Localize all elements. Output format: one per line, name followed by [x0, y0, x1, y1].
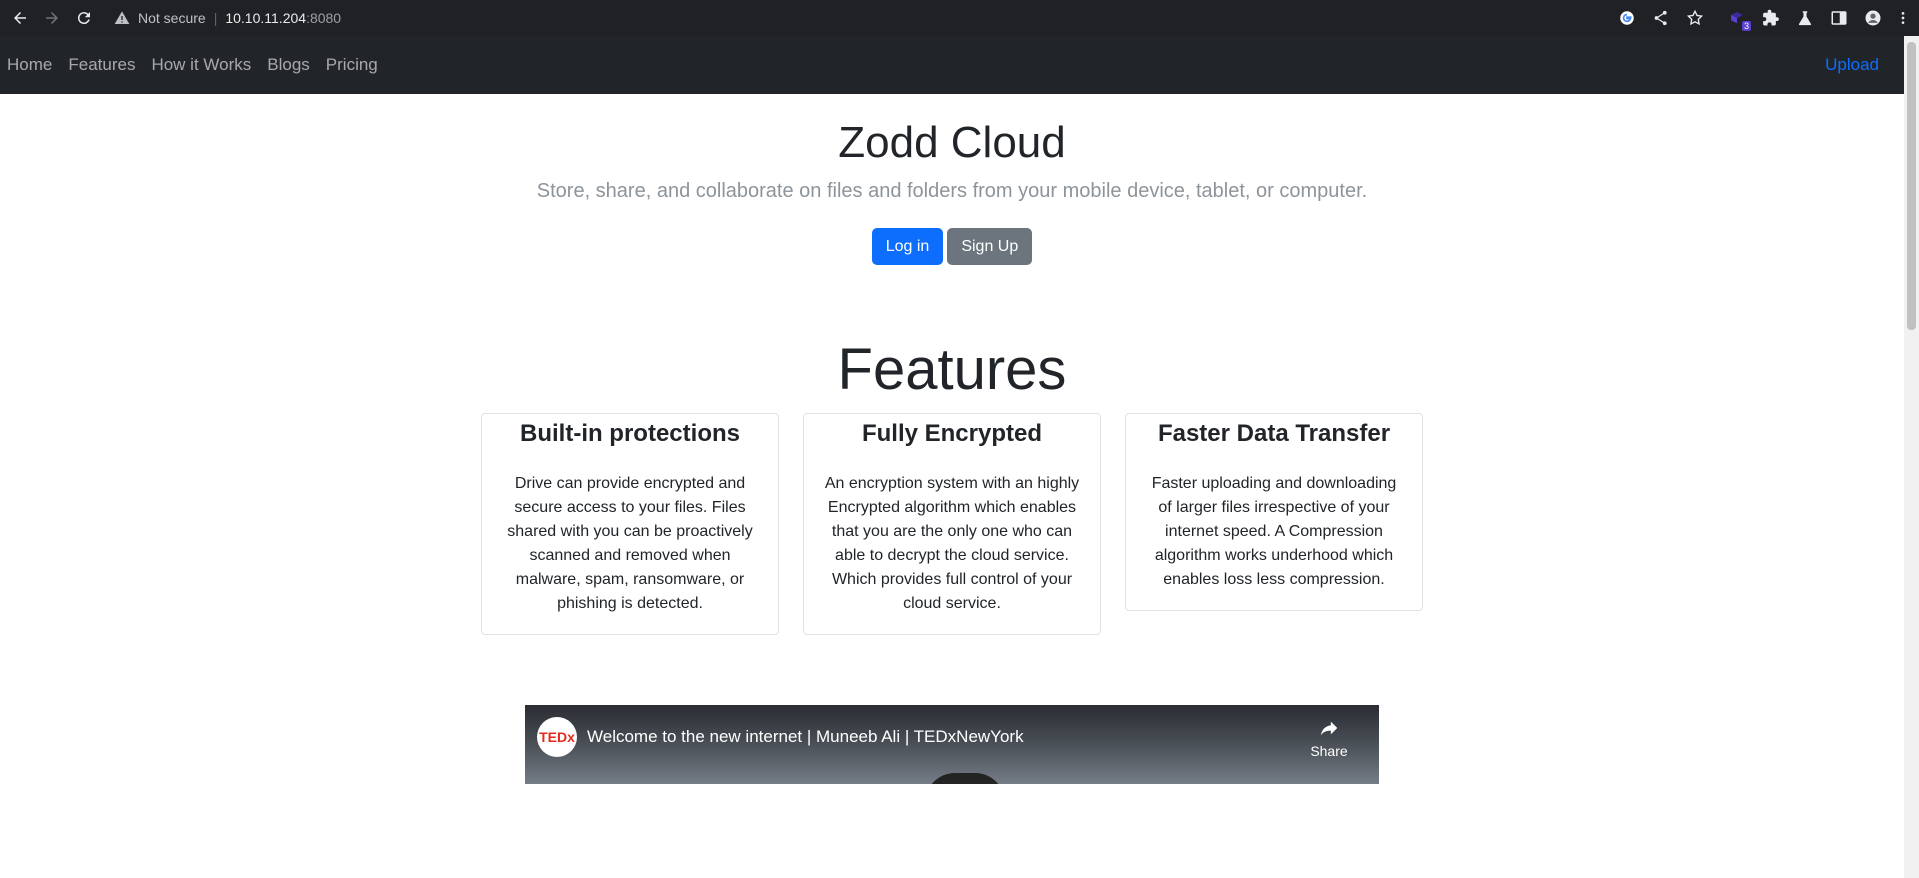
- login-button[interactable]: Log in: [871, 228, 944, 265]
- feature-card-body: Drive can provide encrypted and secure a…: [507, 475, 753, 612]
- url-host: 10.10.11.204: [225, 10, 307, 26]
- hero-title: Zodd Cloud: [838, 118, 1066, 167]
- side-panel-icon[interactable]: [1827, 6, 1851, 30]
- feature-card: Built-in protections Drive can provide e…: [481, 413, 779, 635]
- feature-card-title: Fully Encrypted: [861, 420, 1043, 447]
- feature-card-title: Faster Data Transfer: [1157, 420, 1391, 447]
- share-arrow-icon: [1320, 721, 1338, 736]
- share-icon[interactable]: [1649, 6, 1673, 30]
- warning-icon: [114, 10, 130, 26]
- hero-subtitle: Store, share, and collaborate on files a…: [536, 180, 1368, 202]
- google-icon[interactable]: [1615, 6, 1639, 30]
- site-navbar: Home Features How it Works Blogs Pricing…: [0, 36, 1904, 94]
- nav-blogs[interactable]: Blogs: [267, 55, 310, 75]
- feature-card-body: An encryption system with an highly Encr…: [824, 475, 1080, 612]
- url-port: :8080: [306, 10, 342, 26]
- nav-features[interactable]: Features: [68, 55, 135, 75]
- url-separator: |: [213, 10, 218, 26]
- feature-cards: Built-in protections Drive can provide e…: [0, 413, 1904, 635]
- video-embed[interactable]: TEDx Welcome to the new internet | Munee…: [525, 705, 1379, 784]
- tedx-logo[interactable]: TEDx: [537, 717, 577, 757]
- video-share-button[interactable]: Share: [1307, 717, 1351, 759]
- feature-card-body: Faster uploading and downloading of larg…: [1151, 475, 1397, 588]
- browser-toolbar: Not secure | 10.10.11.204:8080 3: [0, 0, 1919, 36]
- extension-icon[interactable]: 3: [1725, 6, 1751, 31]
- security-label: Not secure: [138, 10, 206, 26]
- page-scrollbar[interactable]: [1904, 36, 1919, 878]
- back-icon[interactable]: [4, 2, 36, 34]
- extension-badge: 3: [1741, 21, 1751, 31]
- video-title[interactable]: Welcome to the new internet | Muneeb Ali…: [587, 727, 1024, 747]
- menu-kebab-icon[interactable]: [1895, 6, 1911, 30]
- features-heading: Features: [837, 337, 1067, 402]
- video-share-label: Share: [1310, 743, 1348, 759]
- profile-avatar-icon[interactable]: [1861, 6, 1885, 30]
- feature-card-title: Built-in protections: [520, 420, 740, 447]
- scrollbar-thumb[interactable]: [1907, 42, 1916, 330]
- bookmark-star-icon[interactable]: [1683, 6, 1707, 30]
- feature-card: Fully Encrypted An encryption system wit…: [803, 413, 1101, 635]
- nav-pricing[interactable]: Pricing: [326, 55, 378, 75]
- nav-home[interactable]: Home: [7, 55, 52, 75]
- puzzle-icon[interactable]: [1759, 6, 1783, 30]
- labs-flask-icon[interactable]: [1793, 6, 1817, 30]
- hero-buttons: Log in Sign Up: [0, 228, 1904, 265]
- browser-actions: 3: [1615, 0, 1911, 36]
- feature-card: Faster Data Transfer Faster uploading an…: [1125, 413, 1423, 611]
- forward-icon[interactable]: [36, 2, 68, 34]
- nav-upload[interactable]: Upload: [1825, 55, 1879, 75]
- reload-icon[interactable]: [68, 2, 100, 34]
- signup-button[interactable]: Sign Up: [947, 228, 1033, 265]
- address-bar[interactable]: Not secure | 10.10.11.204:8080: [114, 4, 341, 32]
- nav-how-it-works[interactable]: How it Works: [151, 55, 251, 75]
